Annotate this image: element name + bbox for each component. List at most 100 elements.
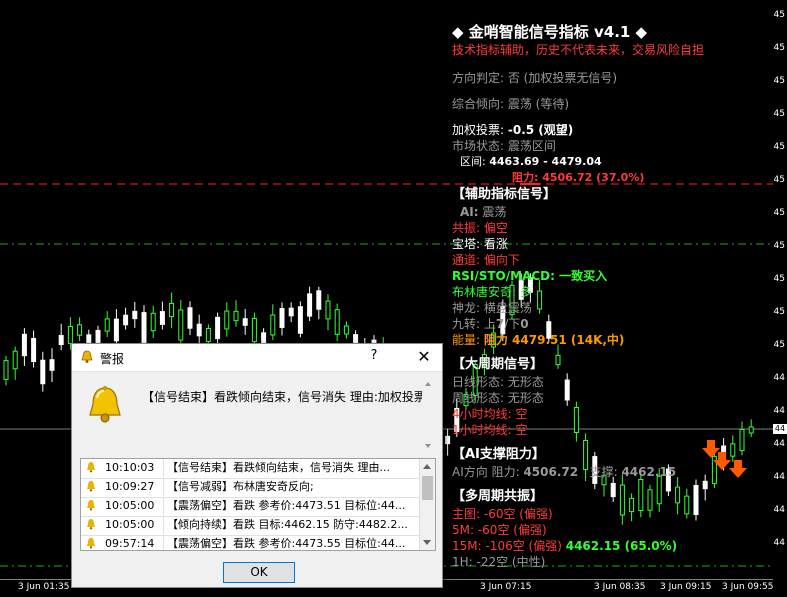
overall-tendency: 综合倾向: 震荡 (等待) (452, 97, 570, 111)
list-item[interactable]: 10:09:27 【信号减弱】布林唐安奇反向; (81, 478, 419, 498)
candle-body (104, 318, 110, 332)
alert-history-list[interactable]: 10:10:03 【信号结束】看跌倾向结束，信号消失 理由... 10:09:2… (80, 458, 436, 551)
price-tick: 45 (773, 109, 785, 119)
ai-signal: AI: 震荡 (460, 205, 507, 219)
alert-message: 【信号结束】看跌倾向结束，信号消失 理由:加权投票 (142, 390, 422, 404)
candle-body (261, 332, 267, 344)
candle-body (343, 325, 349, 335)
h4-ma: 4小时均线: 空 (452, 407, 528, 421)
time-tick: 3 Jun 09:55 (722, 582, 774, 592)
weekly-pattern: 周线形态: 无形态 (452, 391, 544, 405)
scroll-thumb[interactable] (422, 476, 433, 500)
channel-signal: 通道: 偏向下 (452, 253, 520, 267)
candle-body (251, 317, 257, 343)
list-item[interactable]: 10:05:00 【倾向持续】看跌 目标:4462.15 防守:4482.2..… (81, 516, 419, 536)
alert-dialog[interactable]: 警报 ? ✕ 【信号结束】看跌倾向结束，信号消失 理由:加权投票 10:10:0… (71, 343, 443, 588)
candle-body (12, 350, 18, 370)
scroll-down-icon[interactable] (422, 539, 432, 547)
resistance-label: 阻力: 4506.72 (37.0%) (512, 171, 645, 184)
candle-body (316, 290, 322, 310)
row-message: 【震荡偏空】看跌 参考价:4473.55 目标位:44... (167, 537, 406, 550)
price-tick: 45 (773, 274, 785, 284)
ai-sr-values: AI方向 阻力: 4506.72 支撑: 4462.15 (452, 465, 677, 479)
panel-title: ◆ 金哨智能信号指标 v4.1 ◆ (452, 23, 648, 41)
candle-body (113, 318, 119, 342)
m15-resonance: 15M: -106空 (偏强) 4462.15 (65.0%) (452, 539, 678, 553)
h1-ma: 1小时均线: 空 (452, 423, 528, 437)
candle-body (123, 314, 129, 326)
candle-body (233, 310, 239, 322)
weighted-vote: 加权投票: -0.5 (观望) (452, 123, 574, 137)
ok-button[interactable]: OK (223, 562, 295, 583)
dialog-title: 警报 (100, 352, 125, 366)
time-tick: 3 Jun 01:35 (18, 582, 70, 592)
price-axis: 45 45 45 45 45 45 45 45 45 45 45 44 44 44 44 44 44 (773, 0, 787, 580)
row-time: 10:09:27 (103, 478, 164, 496)
candle-body (178, 309, 184, 341)
big-cycle-header: 【大周期信号】 (452, 357, 544, 372)
candle-body (150, 312, 156, 332)
range: 区间: 4463.69 - 4479.04 (460, 155, 602, 168)
current-price-tag: 44 (773, 424, 787, 434)
candle-body (215, 316, 221, 340)
list-scrollbar[interactable] (419, 459, 435, 550)
market-state: 市场状态: 震荡区间 (452, 139, 556, 153)
close-button[interactable]: ✕ (412, 347, 436, 367)
time-tick: 3 Jun 09:15 (660, 582, 712, 592)
price-tick: 44 (773, 538, 785, 548)
candle-body (307, 293, 313, 317)
resonance-signal: 共振: 偏空 (452, 221, 508, 235)
nine-turn-signal: 九转: 上7/下0 (452, 317, 529, 331)
dialog-titlebar[interactable]: 警报 ? ✕ (72, 344, 442, 372)
candle-body (67, 326, 73, 344)
energy-signal: 能量: 阻力 4479.51 (14K,中) (452, 333, 625, 347)
time-tick: 3 Jun 08:35 (594, 582, 646, 592)
price-tick: 45 (773, 340, 785, 350)
row-message: 【信号结束】看跌倾向结束，信号消失 理由... (167, 461, 390, 474)
bell-icon (89, 386, 121, 423)
list-item[interactable]: 10:05:00 【震荡偏空】看跌 参考价:4473.51 目标位:44... (81, 497, 419, 517)
list-item[interactable]: 09:57:14 【震荡偏空】看跌 参考价:4473.55 目标位:44... (81, 535, 419, 550)
candle-body (31, 337, 37, 363)
candle-body (3, 360, 9, 380)
row-time: 10:05:00 (103, 497, 164, 515)
shenlong-signal: 神龙: 横盘震荡 (452, 301, 532, 315)
price-tick: 45 (773, 43, 785, 53)
rsi-signal: RSI/STO/MACD: 一致买入 (452, 269, 608, 283)
candle-body (40, 359, 46, 385)
candle-body (21, 333, 27, 357)
bell-icon (87, 462, 95, 473)
m5-resonance: 5M: -60空 (偏强) (452, 523, 547, 537)
price-tick: 45 (773, 10, 785, 20)
baota-signal: 宝塔: 看涨 (452, 237, 508, 251)
multi-cycle-header: 【多周期共振】 (452, 489, 544, 504)
candle-body (159, 311, 165, 325)
candle-body (334, 309, 340, 335)
price-tick: 45 (773, 307, 785, 317)
candle-body (132, 310, 138, 320)
candle-body (297, 306, 303, 334)
row-message: 【倾向持续】看跌 目标:4462.15 防守:4482.2... (167, 518, 408, 531)
message-scrollbar[interactable] (422, 380, 434, 450)
candle-body (279, 308, 285, 328)
daily-pattern: 日线形态: 无形态 (452, 375, 544, 389)
candle-body (187, 307, 193, 329)
bell-icon (87, 538, 95, 549)
price-tick: 45 (773, 241, 785, 251)
time-tick: 3 Jun 07:15 (480, 582, 532, 592)
help-button[interactable]: ? (364, 348, 384, 366)
scroll-up-icon[interactable] (422, 462, 432, 470)
direction-judgment: 方向判定: 否 (加权投票无信号) (452, 71, 618, 85)
list-item[interactable]: 10:10:03 【信号结束】看跌倾向结束，信号消失 理由... (81, 459, 419, 479)
bell-icon (87, 500, 95, 511)
price-tick: 45 (773, 175, 785, 185)
candle-body (445, 435, 451, 445)
bollinger-signal: 布林唐安奇: 多 (452, 285, 532, 299)
candle-body (224, 310, 230, 330)
price-tick: 44 (773, 439, 785, 449)
price-tick: 45 (773, 76, 785, 86)
bell-icon (87, 481, 95, 492)
bell-icon (81, 350, 93, 363)
candle-body (270, 314, 276, 336)
price-tick: 45 (773, 208, 785, 218)
